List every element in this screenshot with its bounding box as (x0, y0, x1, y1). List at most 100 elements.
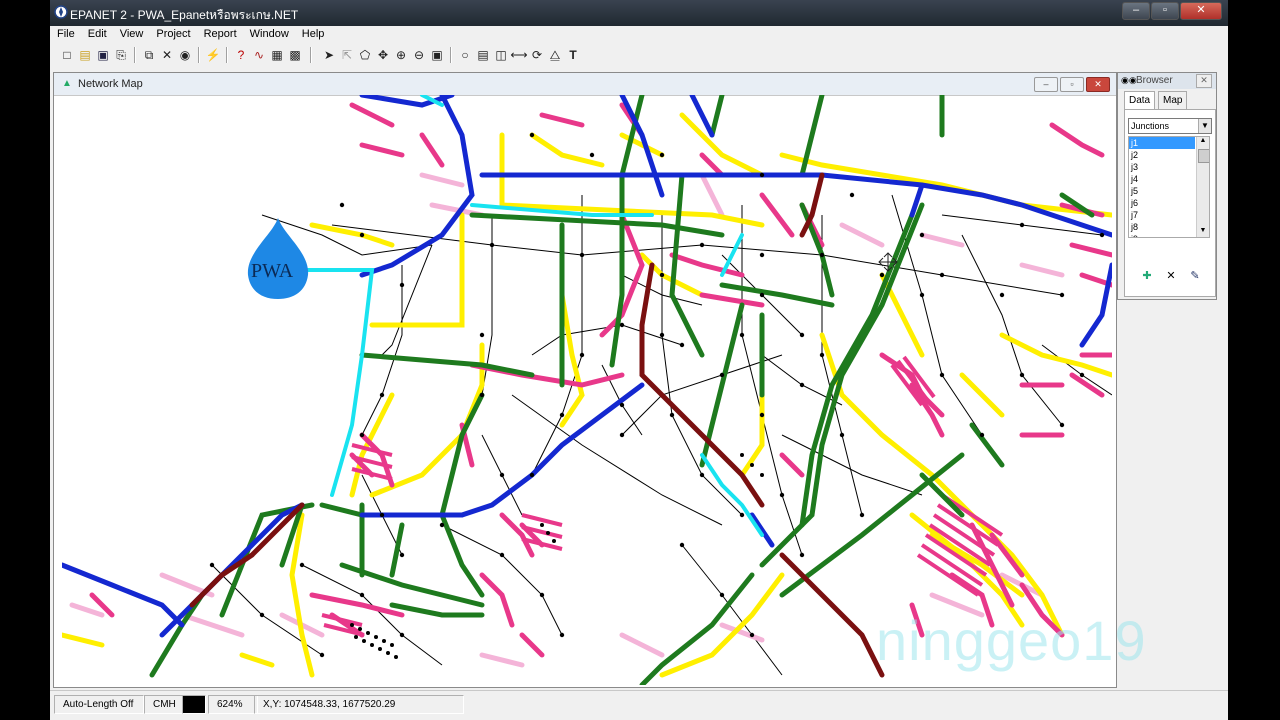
list-item[interactable]: j8 (1129, 221, 1195, 233)
network-map-titlebar: ▲ Network Map – ▫ ✕ (54, 73, 1116, 96)
options-icon[interactable]: ▩ (286, 46, 304, 64)
auto-length-status[interactable]: Auto-Length Off (54, 695, 144, 714)
list-item[interactable]: j6 (1129, 197, 1195, 209)
zoom-in-icon[interactable]: ⊕ (392, 46, 410, 64)
delete-icon[interactable]: ✕ (158, 46, 176, 64)
menu-file[interactable]: File (50, 26, 81, 40)
zoom-level-status: 624% (208, 695, 258, 714)
select-vertex-icon[interactable]: ⇱ (338, 46, 356, 64)
window-controls: – ▫ ✕ (1121, 2, 1222, 20)
add-label-icon[interactable]: T (564, 46, 582, 64)
scroll-thumb[interactable] (1198, 149, 1209, 163)
add-tank-icon[interactable]: ◫ (492, 46, 510, 64)
junction-cluster (350, 453, 764, 659)
table-icon[interactable]: ▦ (268, 46, 286, 64)
browser-data-panel: Junctions ▼ j1 j2 j3 j4 j5 j6 j7 j8 j9 ▲… (1124, 109, 1216, 297)
edit-object-icon[interactable]: ✎ (1187, 268, 1203, 284)
list-item[interactable]: j7 (1129, 209, 1195, 221)
list-item[interactable]: j3 (1129, 161, 1195, 173)
map-window-controls: – ▫ ✕ (1032, 77, 1110, 92)
zoom-out-icon[interactable]: ⊖ (410, 46, 428, 64)
status-bar: Auto-Length Off CMH 624% X,Y: 1074548.33… (50, 690, 1228, 717)
graph-icon[interactable]: ∿ (250, 46, 268, 64)
copy-icon[interactable]: ⧉ (140, 46, 158, 64)
add-reservoir-icon[interactable]: ▤ (474, 46, 492, 64)
toolbar-separator (134, 47, 136, 63)
water-drop-icon (247, 218, 309, 299)
toolbar-separator (226, 47, 228, 63)
object-list-scrollbar[interactable]: ▲ ▼ (1196, 137, 1209, 237)
pwa-logo: PWA (247, 218, 309, 299)
minimize-button[interactable]: – (1122, 2, 1150, 20)
browser-panel: ◉◉ Browser ✕ Data Map Junctions ▼ j1 j2 … (1117, 72, 1217, 300)
run-lightning-icon[interactable]: ⚡ (204, 46, 222, 64)
menu-project[interactable]: Project (149, 26, 196, 40)
add-junction-icon[interactable]: ○ (456, 46, 474, 64)
chevron-down-icon[interactable]: ▼ (1198, 119, 1211, 133)
maximize-button[interactable]: ▫ (1151, 2, 1179, 20)
scroll-up-icon[interactable]: ▲ (1197, 137, 1209, 147)
menu-report[interactable]: Report (197, 26, 243, 40)
list-item[interactable]: j1 (1129, 137, 1195, 149)
map-minimize-button[interactable]: – (1034, 77, 1058, 92)
window-title: EPANET 2 - PWA_Epanetหรือพระเกษ.NET (70, 8, 299, 22)
pink-cluster-pipes (321, 355, 1004, 637)
select-arrow-icon[interactable]: ➤ (320, 46, 338, 64)
toolbar-separator (450, 47, 452, 63)
green-pipes (149, 95, 1095, 685)
browser-actions: ✚ ✕ ✎ (1139, 268, 1209, 284)
menu-bar: File Edit View Project Report Window Help (50, 26, 1228, 44)
toolbar: □ ▤ ▣ ⎘ ⧉ ✕ ◉ ⚡ ? ∿ ▦ ▩ ➤ ⇱ ⬠ ✥ ⊕ ⊖ ▣ ○ … (54, 44, 1224, 68)
toolbar-separator (198, 47, 200, 63)
delete-object-icon[interactable]: ✕ (1163, 268, 1179, 284)
list-item[interactable]: j5 (1129, 185, 1195, 197)
epanet-app-icon (54, 5, 68, 19)
network-map-canvas[interactable]: PWA (62, 95, 1112, 685)
new-file-icon[interactable]: □ (58, 46, 76, 64)
pwa-logo-text: PWA (251, 260, 294, 282)
find-binoculars-icon[interactable]: ◉ (176, 46, 194, 64)
object-category-select[interactable]: Junctions ▼ (1128, 118, 1212, 134)
add-object-icon[interactable]: ✚ (1139, 268, 1155, 284)
network-map-window: ▲ Network Map – ▫ ✕ PWA (53, 72, 1117, 688)
browser-titlebar: ◉◉ Browser ✕ (1118, 73, 1216, 89)
menu-edit[interactable]: Edit (81, 26, 113, 40)
save-icon[interactable]: ▣ (94, 46, 112, 64)
browser-tabs: Data Map (1124, 91, 1212, 110)
map-close-button[interactable]: ✕ (1086, 77, 1110, 92)
flow-units-status: CMH (144, 695, 186, 714)
list-item[interactable]: j9 (1129, 233, 1195, 237)
tab-data[interactable]: Data (1124, 91, 1156, 110)
toolbar-separator (310, 47, 312, 63)
tab-map[interactable]: Map (1158, 91, 1188, 109)
object-list[interactable]: j1 j2 j3 j4 j5 j6 j7 j8 j9 ▲ ▼ (1128, 136, 1210, 238)
title-bar: EPANET 2 - PWA_Epanetหรือพระเกษ.NET – ▫ ✕ (50, 0, 1228, 26)
watermark-text: ninggeo19 (876, 609, 1147, 672)
full-extent-icon[interactable]: ▣ (428, 46, 446, 64)
list-item[interactable]: j4 (1129, 173, 1195, 185)
add-pipe-icon[interactable]: ⟷ (510, 46, 528, 64)
object-category-value: Junctions (1131, 121, 1170, 131)
scroll-down-icon[interactable]: ▼ (1197, 227, 1209, 237)
map-maximize-button[interactable]: ▫ (1060, 77, 1084, 92)
add-valve-icon[interactable]: ⧋ (546, 46, 564, 64)
map-window-icon: ▲ (62, 78, 72, 89)
menu-window[interactable]: Window (243, 26, 295, 40)
menu-help[interactable]: Help (295, 26, 331, 40)
query-icon[interactable]: ? (232, 46, 250, 64)
open-folder-icon[interactable]: ▤ (76, 46, 94, 64)
add-pump-icon[interactable]: ⟳ (528, 46, 546, 64)
network-map-title: Network Map (78, 78, 143, 90)
menu-view[interactable]: View (113, 26, 150, 40)
epanet-app: EPANET 2 - PWA_Epanetหรือพระเกษ.NET – ▫ ✕ … (50, 0, 1228, 720)
close-button[interactable]: ✕ (1180, 2, 1222, 20)
browser-close-button[interactable]: ✕ (1196, 74, 1212, 88)
select-region-icon[interactable]: ⬠ (356, 46, 374, 64)
pan-icon[interactable]: ✥ (374, 46, 392, 64)
yellow-pipes (62, 112, 1112, 678)
browser-title: Browser (1136, 75, 1173, 86)
browser-binoculars-icon: ◉◉ (1121, 75, 1137, 85)
print-icon[interactable]: ⎘ (112, 46, 130, 64)
list-item[interactable]: j2 (1129, 149, 1195, 161)
run-status-icon (182, 695, 206, 714)
